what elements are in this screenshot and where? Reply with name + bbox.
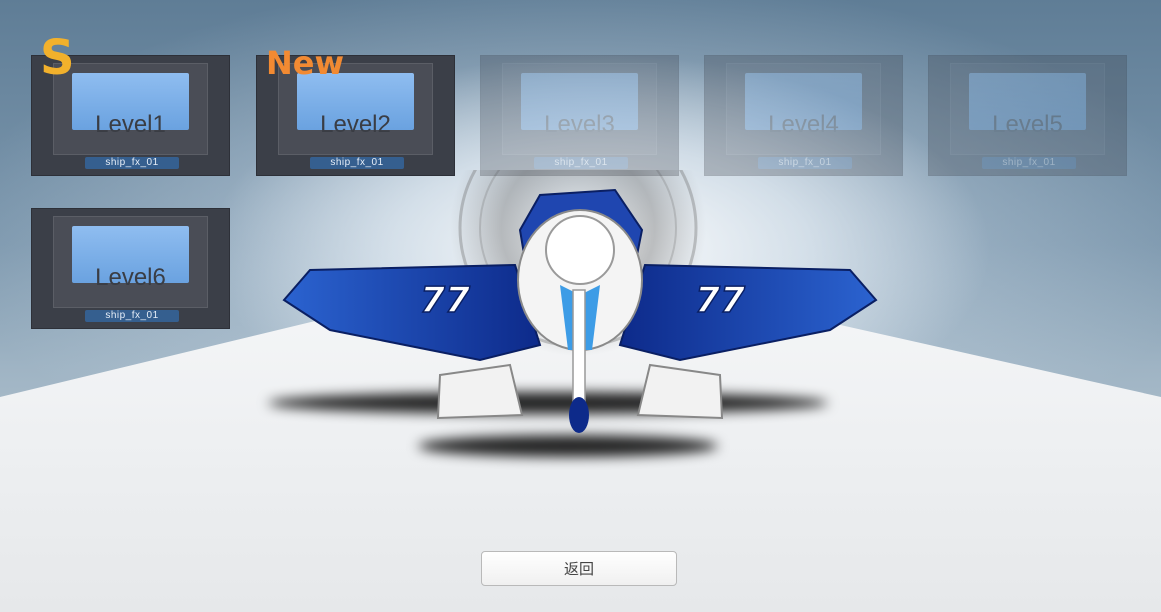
airplane-model: 77 77 xyxy=(282,170,878,433)
ship-tag: ship_fx_01 xyxy=(85,157,179,169)
level-frame: Level1 xyxy=(53,63,208,155)
left-wheel-fairing xyxy=(436,363,524,420)
ship-tag: ship_fx_01 xyxy=(982,157,1076,169)
tail-wheel xyxy=(569,397,589,433)
level-card-3[interactable]: Level3 ship_fx_01 xyxy=(480,55,679,176)
level-label: Level3 xyxy=(544,111,615,138)
ship-tag: ship_fx_01 xyxy=(310,157,404,169)
level-label: Level1 xyxy=(95,111,166,138)
ship-tag: ship_fx_01 xyxy=(85,310,179,322)
new-badge: New xyxy=(266,44,345,82)
level-label: Level5 xyxy=(992,111,1063,138)
level-card-5[interactable]: Level5 ship_fx_01 xyxy=(928,55,1127,176)
wing-number-right: 77 xyxy=(695,280,745,321)
level-label: Level4 xyxy=(768,111,839,138)
right-wing xyxy=(618,263,878,362)
level-card-6[interactable]: Level6 ship_fx_01 xyxy=(31,208,230,329)
level-frame: Level3 xyxy=(502,63,657,155)
ship-tag: ship_fx_01 xyxy=(534,157,628,169)
ship-tag: ship_fx_01 xyxy=(758,157,852,169)
wing-number-left: 77 xyxy=(420,280,470,321)
rank-s-badge: S xyxy=(40,30,75,86)
right-wheel-fairing xyxy=(636,363,724,420)
back-button[interactable]: 返回 xyxy=(481,551,677,586)
prop-strut xyxy=(572,289,586,411)
level-frame: Level5 xyxy=(950,63,1105,155)
level-label: Level2 xyxy=(320,111,391,138)
level-label: Level6 xyxy=(95,264,166,291)
level-frame: Level4 xyxy=(726,63,881,155)
left-wing xyxy=(282,263,542,362)
level-card-4[interactable]: Level4 ship_fx_01 xyxy=(704,55,903,176)
level-frame: Level6 xyxy=(53,216,208,308)
spinner xyxy=(545,215,615,285)
